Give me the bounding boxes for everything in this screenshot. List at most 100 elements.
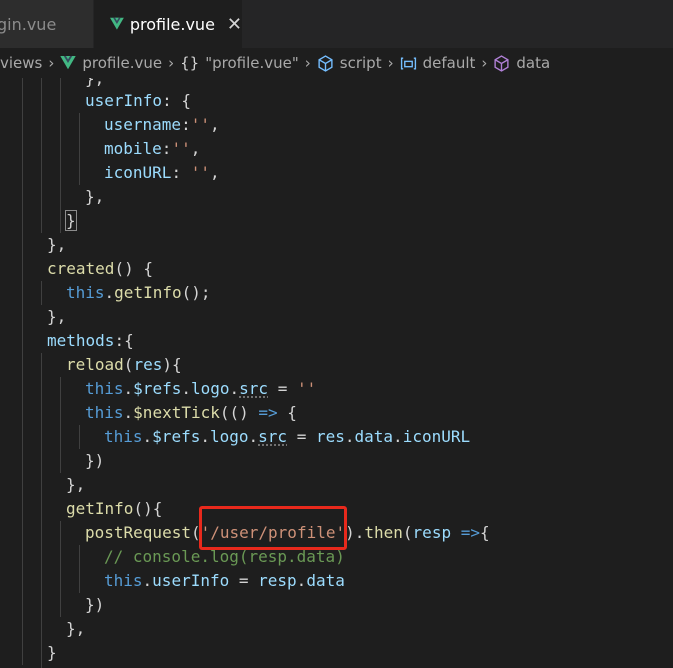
- code-token: :: [161, 139, 172, 158]
- code-line: this.getInfo();: [66, 281, 211, 305]
- code-token: $refs: [133, 379, 182, 398]
- code-line: methods:{: [47, 329, 134, 353]
- breadcrumb-folder[interactable]: views: [0, 54, 42, 72]
- code-line: this.userInfo = resp.data: [104, 569, 345, 593]
- code-line: created() {: [47, 257, 153, 281]
- code-token: ,: [209, 115, 220, 134]
- code-token: this: [104, 571, 143, 590]
- breadcrumb-data[interactable]: data: [493, 54, 550, 72]
- code-token: :: [171, 163, 191, 182]
- code-token: .: [142, 571, 153, 590]
- code-token: },: [66, 619, 86, 638]
- code-token: },: [66, 475, 86, 494]
- vue-file-icon: [60, 56, 77, 70]
- code-token: $nextTick: [133, 403, 220, 422]
- code-token: this: [85, 379, 124, 398]
- code-editor[interactable]: }, userInfo: {username:'', mobile:'', iconU…: [0, 78, 673, 668]
- code-token: (){: [133, 499, 163, 518]
- breadcrumb-file[interactable]: profile.vue: [60, 54, 162, 72]
- variable-icon: [400, 56, 416, 70]
- code-token: iconURL: [104, 163, 172, 182]
- indent-guide: [79, 425, 80, 449]
- module-cube-icon: [318, 54, 333, 72]
- indent-guide: [22, 78, 23, 665]
- close-icon[interactable]: ✕: [227, 14, 242, 35]
- code-token: .: [296, 571, 307, 590]
- code-token: (: [123, 355, 134, 374]
- code-token: .: [104, 283, 115, 302]
- code-token: logo: [209, 427, 249, 446]
- code-token: .: [248, 427, 259, 446]
- code-token: .: [393, 427, 403, 446]
- breadcrumb-default[interactable]: default: [400, 54, 476, 72]
- code-token: userInfo: [85, 91, 163, 110]
- code-token: ,: [209, 163, 220, 182]
- code-token: res: [315, 427, 345, 446]
- code-token: $refs: [152, 427, 201, 446]
- code-token: src: [239, 379, 269, 398]
- code-token: }: [47, 643, 57, 662]
- code-token: logo: [190, 379, 230, 398]
- code-token: .: [229, 379, 240, 398]
- tab-bar: gin.vue profile.vue ✕: [0, 0, 673, 48]
- code-token: .: [142, 427, 153, 446]
- code-token: username: [104, 115, 182, 134]
- chevron-right-icon: ›: [481, 54, 488, 72]
- code-line: }): [85, 449, 104, 473]
- code-line: }: [65, 209, 77, 233]
- code-token: =: [268, 379, 297, 398]
- breadcrumb-module-label: "profile.vue": [205, 54, 299, 72]
- indent-guide: [41, 281, 42, 305]
- chevron-right-icon: ›: [387, 54, 394, 72]
- code-token: =: [229, 571, 259, 590]
- code-token: .: [181, 379, 191, 398]
- code-token: },: [85, 78, 105, 88]
- code-token: .: [123, 379, 134, 398]
- code-line: this.$refs.logo.src = '': [85, 377, 316, 401]
- code-line: userInfo: {: [85, 89, 191, 113]
- code-token: resp: [412, 523, 452, 542]
- code-token: {: [479, 523, 490, 542]
- breadcrumb-folder-label: views: [0, 54, 43, 72]
- code-token: ,: [190, 139, 201, 158]
- chevron-right-icon: ›: [48, 54, 55, 72]
- code-token: data: [306, 571, 345, 590]
- code-token: '': [190, 163, 210, 182]
- code-token: }): [85, 595, 105, 614]
- code-token: },: [47, 235, 67, 254]
- tab-login-vue[interactable]: gin.vue: [0, 0, 93, 48]
- code-token: ).: [345, 523, 365, 542]
- code-line: }): [85, 593, 104, 617]
- indent-guide: [79, 113, 80, 185]
- code-token: this: [104, 427, 143, 446]
- code-token: }: [65, 210, 77, 231]
- code-token: },: [47, 307, 67, 326]
- chevron-right-icon: ›: [168, 54, 175, 72]
- code-line: username:'',: [104, 113, 220, 137]
- code-token: reload: [66, 355, 124, 374]
- code-token: postRequest: [85, 523, 191, 542]
- code-line: reload(res){: [66, 353, 182, 377]
- code-token: (: [402, 523, 413, 542]
- tab-label: gin.vue: [0, 14, 57, 34]
- tab-profile-vue[interactable]: profile.vue ✕: [94, 0, 242, 48]
- code-token: mobile: [104, 139, 162, 158]
- breadcrumb-module[interactable]: {} "profile.vue": [180, 54, 299, 72]
- code-token: :: [181, 115, 191, 134]
- breadcrumb-default-label: default: [422, 54, 476, 72]
- code-token: this: [66, 283, 105, 302]
- code-line: mobile:'',: [104, 137, 200, 161]
- indent-guide: [79, 545, 80, 593]
- method-cube-icon: [494, 54, 509, 72]
- code-token: methods: [47, 331, 115, 350]
- code-token: created: [47, 259, 115, 278]
- code-token: userInfo: [152, 571, 230, 590]
- indent-guide: [41, 353, 42, 668]
- code-line: iconURL: '',: [104, 161, 220, 185]
- code-token: data: [354, 427, 394, 446]
- code-token: '': [190, 115, 210, 134]
- code-token: getInfo: [66, 499, 134, 518]
- breadcrumb-script[interactable]: script: [317, 54, 382, 72]
- breadcrumb-script-label: script: [339, 54, 382, 72]
- code-token: .: [200, 427, 210, 446]
